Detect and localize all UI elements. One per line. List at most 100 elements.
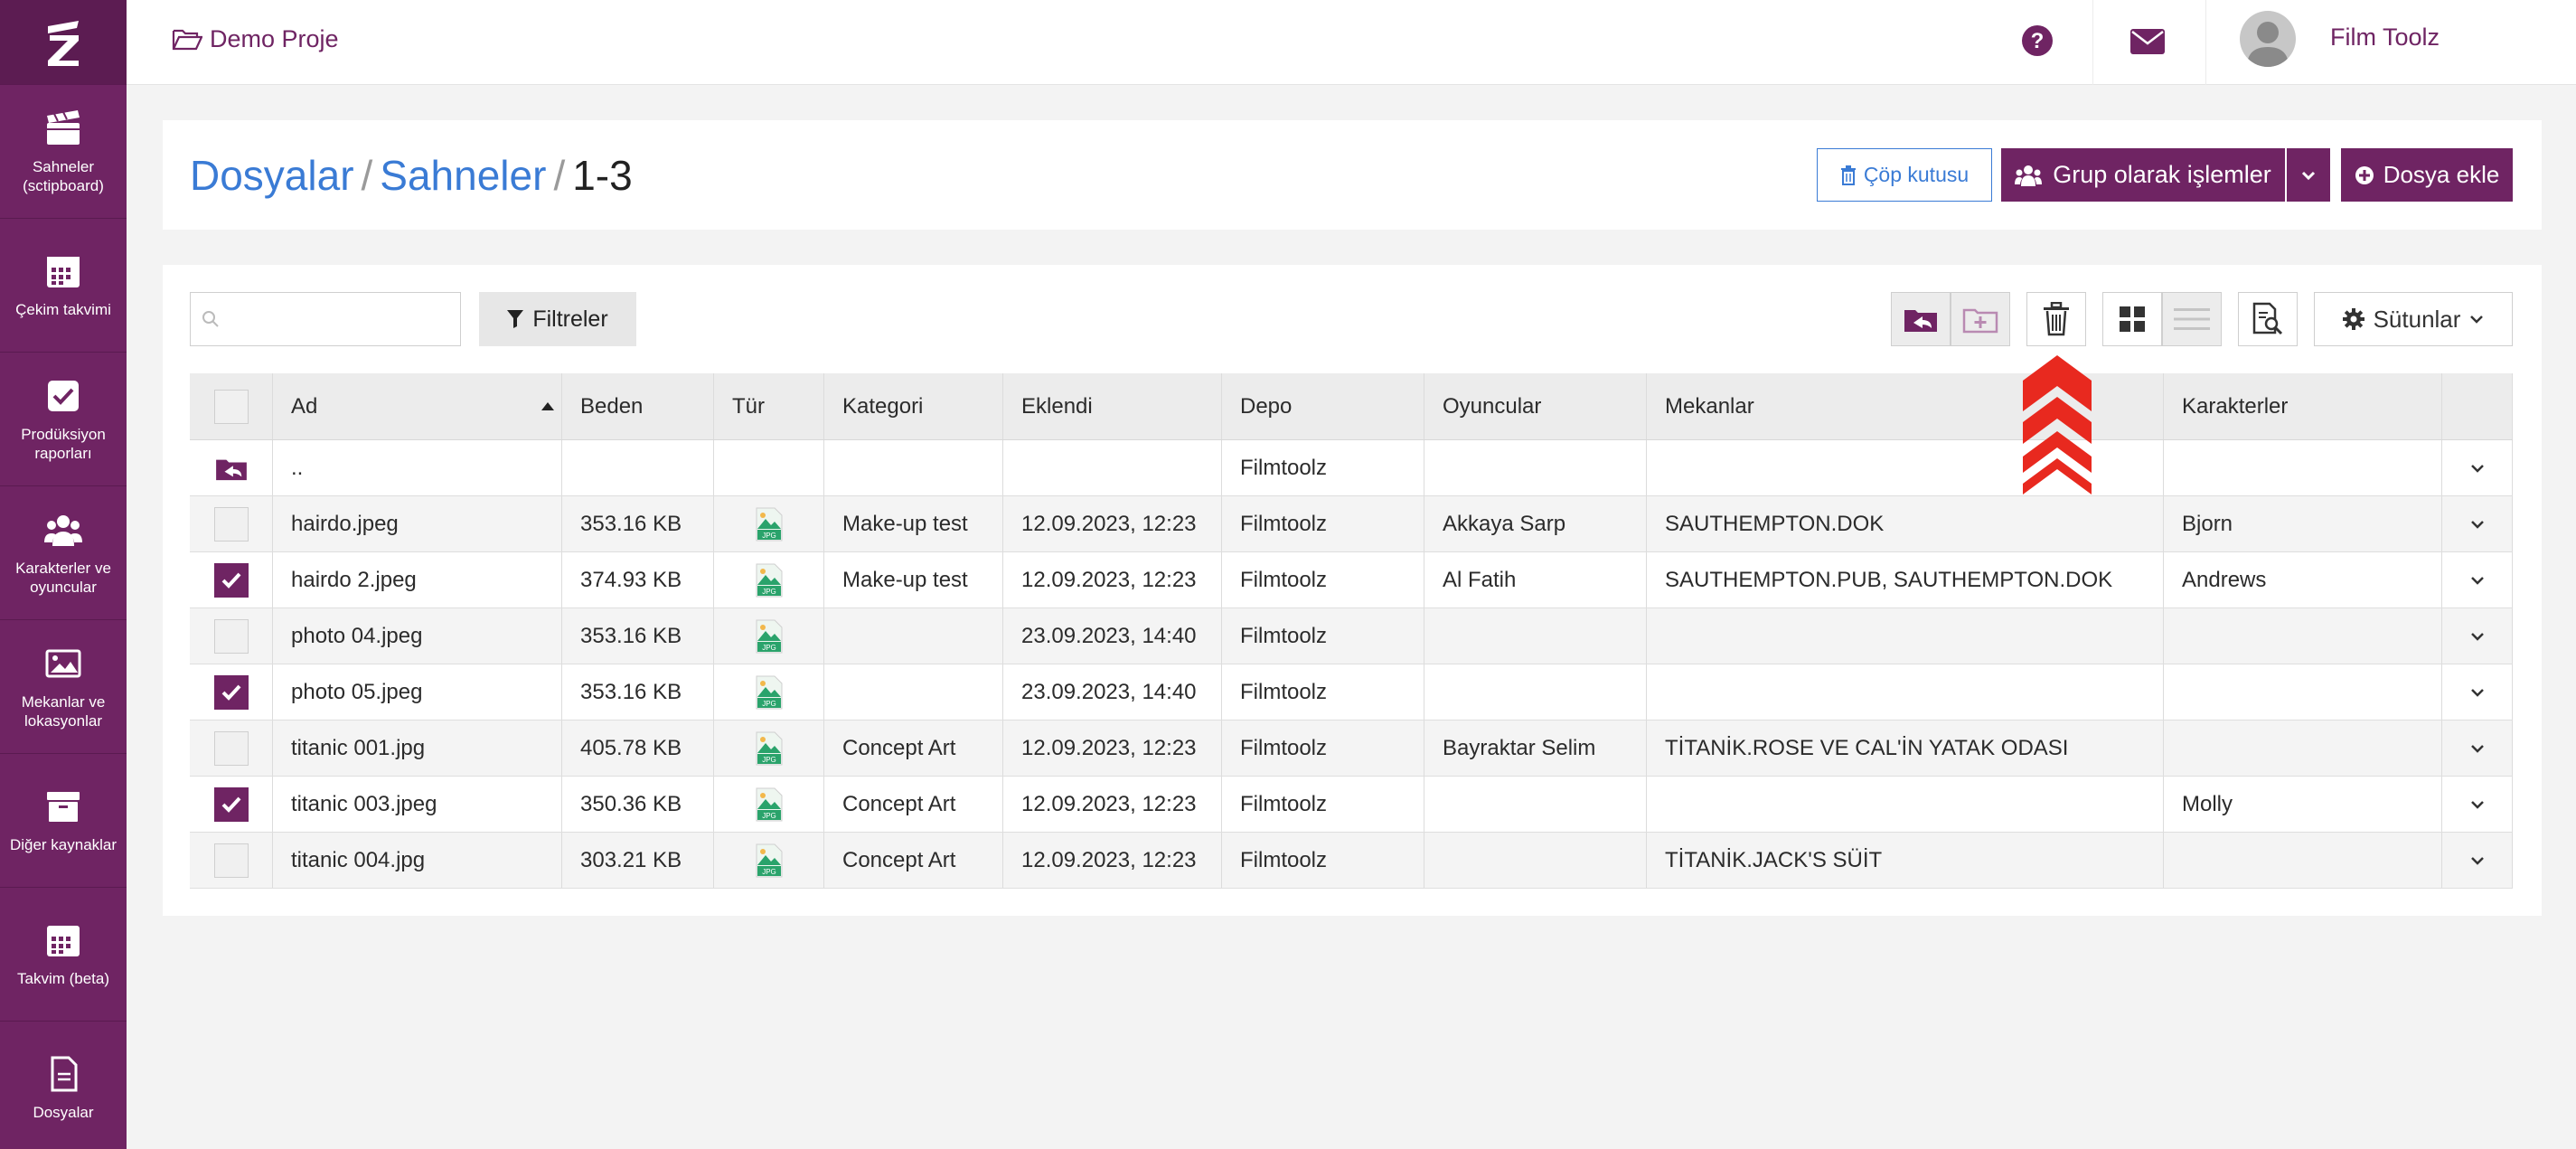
actors-cell	[1424, 777, 1647, 832]
breadcrumb-files[interactable]: Dosyalar	[190, 152, 354, 199]
column-header-storage[interactable]: Depo	[1222, 373, 1424, 439]
sidebar-item-scenes[interactable]: Sahneler (sctipboard)	[0, 84, 127, 218]
mail-icon[interactable]	[2129, 27, 2167, 56]
column-header-actors[interactable]: Oyuncular	[1424, 373, 1647, 439]
chevron-down-icon	[2470, 856, 2484, 865]
group-actions-button[interactable]: Grup olarak işlemler	[2001, 148, 2285, 202]
row-checkbox[interactable]	[213, 786, 249, 822]
group-actions-dropdown[interactable]	[2287, 148, 2330, 202]
locations-cell: SAUTHEMPTON.PUB, SAUTHEMPTON.DOK	[1647, 552, 2164, 607]
app-logo[interactable]	[0, 0, 127, 84]
row-checkbox[interactable]	[213, 562, 249, 598]
column-header-category[interactable]: Kategori	[824, 373, 1003, 439]
row-expand-button[interactable]	[2442, 664, 2513, 720]
file-type-cell: JPG	[714, 664, 824, 720]
row-expand-button[interactable]	[2442, 608, 2513, 664]
check-icon	[221, 572, 240, 589]
sidebar-item-locations[interactable]: Mekanlar ve lokasyonlar	[0, 619, 127, 753]
sidebar-item-label: Karakterler ve oyuncular	[15, 559, 111, 596]
breadcrumb-scenes[interactable]: Sahneler	[380, 152, 546, 199]
category-cell: Make-up test	[824, 496, 1003, 551]
help-icon[interactable]: ?	[2020, 24, 2054, 58]
add-file-button[interactable]: Dosya ekle	[2341, 148, 2513, 202]
table-row[interactable]: titanic 003.jpeg 350.36 KB JPG Concept Art 1…	[190, 777, 2513, 833]
row-expand-button[interactable]	[2442, 552, 2513, 607]
table-row[interactable]: hairdo 2.jpeg 374.93 KB JPG Make-up test 12.…	[190, 552, 2513, 608]
file-name[interactable]: titanic 001.jpg	[273, 720, 562, 776]
table-row[interactable]: photo 04.jpeg 353.16 KB JPG 23.09.2023, 14:…	[190, 608, 2513, 664]
sidebar: Sahneler (sctipboard) Çekim takvimi Prod…	[0, 0, 127, 1149]
header-label: Tür	[732, 393, 765, 419]
delete-button[interactable]	[2026, 292, 2086, 346]
row-checkbox[interactable]	[213, 730, 249, 766]
file-name[interactable]: titanic 004.jpg	[273, 833, 562, 888]
preview-button[interactable]	[2238, 292, 2298, 346]
sidebar-item-files[interactable]: Dosyalar	[0, 1021, 127, 1149]
breadcrumb: Dosyalar / Sahneler/1-3	[190, 151, 633, 200]
file-type-cell: JPG	[714, 777, 824, 832]
column-header-type[interactable]: Tür	[714, 373, 824, 439]
row-checkbox[interactable]	[213, 674, 249, 710]
sidebar-item-calendar-beta[interactable]: Takvim (beta)	[0, 887, 127, 1021]
filters-label: Filtreler	[532, 306, 608, 332]
file-size: 374.93 KB	[562, 552, 714, 607]
storage-cell: Filmtoolz	[1222, 833, 1424, 888]
sidebar-item-shooting-schedule[interactable]: Çekim takvimi	[0, 218, 127, 352]
sidebar-item-other-resources[interactable]: Diğer kaynaklar	[0, 753, 127, 887]
sort-asc-icon	[541, 402, 554, 410]
row-checkbox[interactable]	[213, 506, 249, 542]
characters-cell	[2164, 608, 2442, 664]
file-name[interactable]: photo 04.jpeg	[273, 608, 562, 664]
new-folder-button[interactable]	[1951, 292, 2010, 346]
row-expand-button[interactable]	[2442, 440, 2513, 495]
user-name[interactable]: Film Toolz	[2330, 24, 2440, 52]
category-cell	[824, 664, 1003, 720]
users-icon	[2015, 165, 2043, 186]
sidebar-item-production-reports[interactable]: Prodüksiyon raporları	[0, 352, 127, 485]
table-row[interactable]: titanic 004.jpg 303.21 KB JPG Concept Art 12…	[190, 833, 2513, 889]
row-expand-button[interactable]	[2442, 777, 2513, 832]
list-view-button[interactable]	[2162, 292, 2222, 346]
filters-button[interactable]: Filtreler	[479, 292, 636, 346]
sidebar-item-characters[interactable]: Karakterler ve oyuncular	[0, 485, 127, 619]
trash-bin-button[interactable]: Çöp kutusu	[1817, 148, 1992, 202]
grid-view-button[interactable]	[2102, 292, 2162, 346]
columns-button[interactable]: Sütunlar	[2314, 292, 2513, 346]
file-name[interactable]: photo 05.jpeg	[273, 664, 562, 720]
column-header-characters[interactable]: Karakterler	[2164, 373, 2442, 439]
added-cell: 23.09.2023, 14:40	[1003, 608, 1222, 664]
row-expand-button[interactable]	[2442, 833, 2513, 888]
file-icon	[51, 1056, 78, 1092]
search-input[interactable]	[190, 292, 461, 346]
file-name[interactable]: titanic 003.jpeg	[273, 777, 562, 832]
row-expand-button[interactable]	[2442, 496, 2513, 551]
column-header-size[interactable]: Beden	[562, 373, 714, 439]
select-all-checkbox[interactable]	[213, 389, 249, 424]
file-type-label: JPG	[762, 700, 776, 708]
table-row[interactable]: photo 05.jpeg 353.16 KB JPG 23.09.2023, 14:…	[190, 664, 2513, 720]
row-checkbox[interactable]	[213, 843, 249, 878]
columns-label: Sütunlar	[2373, 305, 2461, 333]
table-row-parent[interactable]: .. Filmtoolz	[190, 440, 2513, 496]
column-header-added[interactable]: Eklendi	[1003, 373, 1222, 439]
locations-cell	[1647, 608, 2164, 664]
locations-cell: TİTANİK.ROSE VE CAL'İN YATAK ODASI	[1647, 720, 2164, 776]
file-name[interactable]: hairdo.jpeg	[273, 496, 562, 551]
file-name[interactable]: hairdo 2.jpeg	[273, 552, 562, 607]
file-type-label: JPG	[762, 868, 776, 876]
column-header-name[interactable]: Ad	[273, 373, 562, 439]
characters-cell: Bjorn	[2164, 496, 2442, 551]
header-label: Mekanlar	[1665, 393, 1754, 419]
project-selector[interactable]: Demo Proje	[172, 25, 339, 53]
table-row[interactable]: hairdo.jpeg 353.16 KB JPG Make-up test 12.09…	[190, 496, 2513, 552]
row-expand-button[interactable]	[2442, 720, 2513, 776]
header-label: Karakterler	[2182, 393, 2289, 419]
table-row[interactable]: titanic 001.jpg 405.78 KB JPG Concept Art 12…	[190, 720, 2513, 777]
row-checkbox[interactable]	[213, 618, 249, 654]
added-cell: 12.09.2023, 12:23	[1003, 552, 1222, 607]
folder-open-icon	[172, 29, 202, 50]
avatar[interactable]	[2240, 11, 2296, 67]
file-type-cell: JPG	[714, 608, 824, 664]
go-up-folder-button[interactable]	[1891, 292, 1951, 346]
file-name[interactable]: ..	[273, 440, 562, 495]
